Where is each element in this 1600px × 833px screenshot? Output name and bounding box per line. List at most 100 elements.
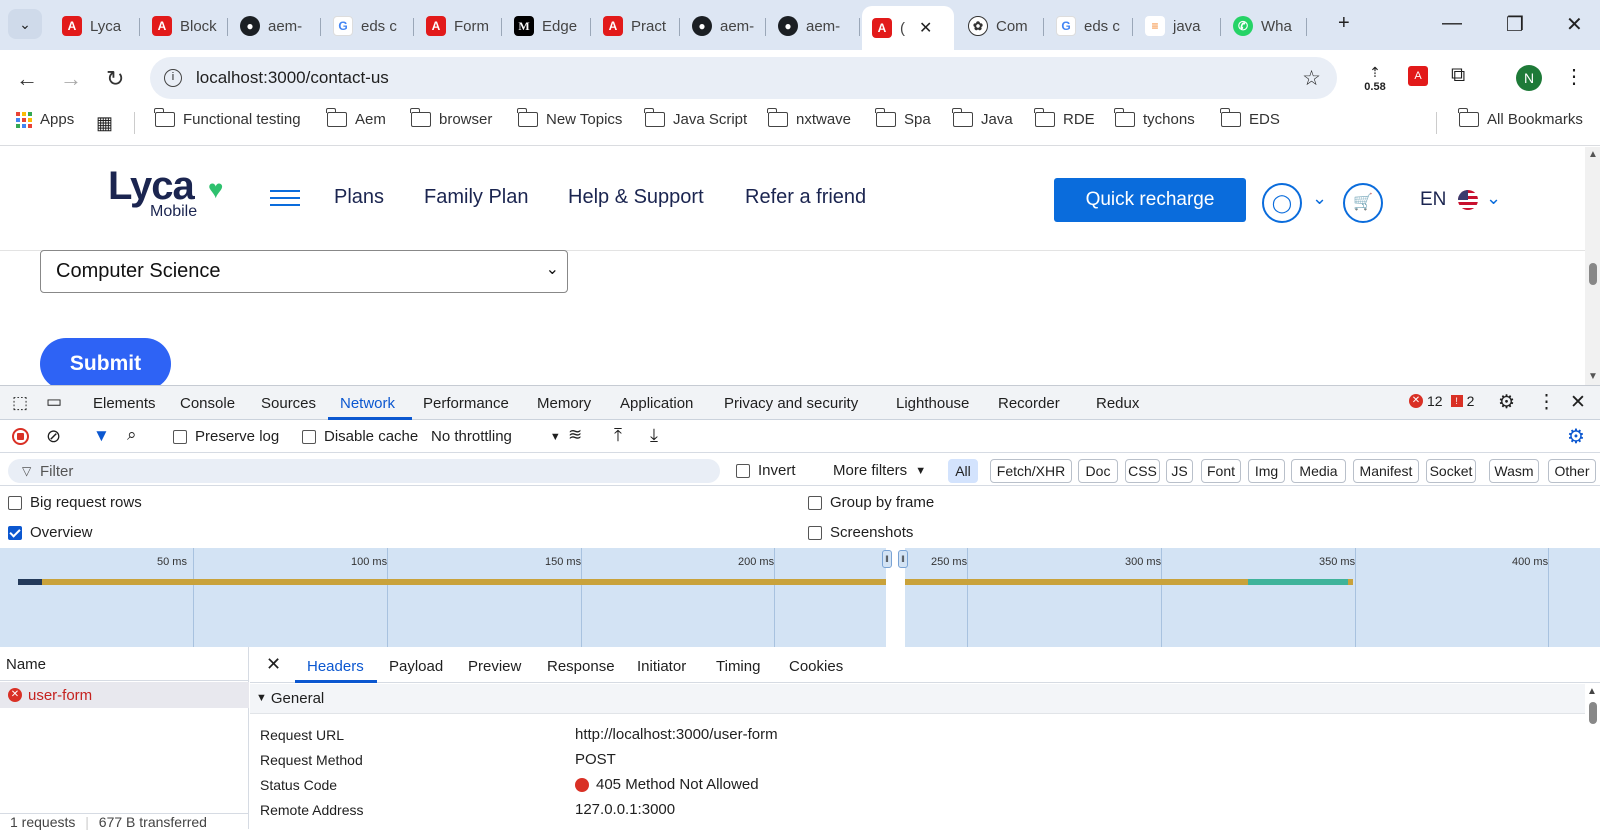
big-request-rows-checkbox[interactable]: Big request rows: [8, 494, 142, 511]
cart-icon[interactable]: 🛒: [1343, 183, 1383, 223]
checkbox[interactable]: [736, 463, 750, 478]
network-settings-icon[interactable]: ⚙: [1567, 424, 1585, 449]
bookmark-star-icon[interactable]: ☆: [1302, 66, 1321, 91]
browser-tab[interactable]: ✿ Com: [958, 8, 1044, 44]
tab-groups-icon[interactable]: ▦: [96, 113, 113, 134]
tab-close-icon[interactable]: ✕: [919, 18, 932, 38]
type-filter-js[interactable]: JS: [1166, 459, 1193, 483]
more-filters-dropdown[interactable]: More filters ▼: [833, 462, 926, 479]
hamburger-menu-icon[interactable]: [270, 190, 300, 208]
bookmark-folder[interactable]: Spa: [875, 108, 931, 128]
device-toolbar-icon[interactable]: ▭: [46, 392, 62, 412]
type-filter-socket[interactable]: Socket: [1426, 459, 1476, 483]
nav-help-support[interactable]: Help & Support: [568, 186, 704, 209]
throttling-select[interactable]: No throttling ▼: [431, 428, 561, 445]
browser-tab[interactable]: Geds c: [1046, 8, 1133, 44]
nav-refer-friend[interactable]: Refer a friend: [745, 186, 866, 209]
overview-right-handle[interactable]: ‖: [898, 550, 908, 568]
type-filter-wasm[interactable]: Wasm: [1489, 459, 1539, 483]
zoom-indicator[interactable]: ⇡ 0.58: [1358, 64, 1392, 93]
detail-tab-initiator[interactable]: Initiator: [637, 658, 686, 675]
page-scrollbar[interactable]: ▲ ▼: [1585, 147, 1600, 385]
invert-checkbox[interactable]: Invert: [736, 462, 796, 479]
browser-tab[interactable]: ● aem-: [682, 8, 766, 44]
detail-tab-preview[interactable]: Preview: [468, 658, 521, 675]
restore-button[interactable]: ❐: [1506, 12, 1524, 37]
devtools-tab-privacy-and-security[interactable]: Privacy and security: [724, 395, 858, 412]
browser-tab[interactable]: A Pract: [593, 8, 680, 44]
site-info-icon[interactable]: i: [164, 69, 182, 87]
devtools-tab-network[interactable]: Network: [340, 395, 395, 412]
request-row[interactable]: ✕ user-form: [0, 682, 249, 708]
devtools-settings-icon[interactable]: ⚙: [1498, 391, 1515, 414]
type-filter-other[interactable]: Other: [1548, 459, 1596, 483]
overview-left-handle[interactable]: ‖: [882, 550, 892, 568]
bookmark-folder[interactable]: Java Script: [644, 108, 747, 128]
devtools-close-icon[interactable]: ✕: [1570, 391, 1586, 414]
group-by-frame-checkbox[interactable]: Group by frame: [808, 494, 934, 511]
bookmark-folder[interactable]: Java: [952, 108, 1013, 128]
overview-checkbox[interactable]: Overview: [8, 524, 93, 541]
type-filter-font[interactable]: Font: [1201, 459, 1241, 483]
chevron-down-icon[interactable]: ⌄: [1312, 188, 1327, 209]
all-bookmarks[interactable]: All Bookmarks: [1458, 108, 1583, 128]
type-filter-fetch-xhr[interactable]: Fetch/XHR: [990, 459, 1072, 483]
checkbox[interactable]: [8, 525, 22, 540]
submit-button[interactable]: Submit: [40, 338, 171, 390]
department-select[interactable]: Computer Science ⌄: [40, 250, 568, 293]
filter-input[interactable]: ▽ Filter: [8, 459, 720, 483]
bookmark-folder[interactable]: New Topics: [517, 108, 622, 128]
nav-plans[interactable]: Plans: [334, 186, 384, 209]
type-filter-all[interactable]: All: [948, 459, 978, 483]
import-har-icon[interactable]: ⤒: [614, 425, 622, 446]
devtools-tab-console[interactable]: Console: [180, 395, 235, 412]
devtools-tab-application[interactable]: Application: [620, 395, 693, 412]
devtools-tab-recorder[interactable]: Recorder: [998, 395, 1060, 412]
checkbox[interactable]: [173, 429, 187, 444]
close-details-icon[interactable]: ✕: [266, 654, 281, 675]
devtools-tab-redux[interactable]: Redux: [1096, 395, 1139, 412]
clear-icon[interactable]: ⊘: [46, 426, 61, 447]
browser-tab[interactable]: ● aem-: [768, 8, 860, 44]
checkbox[interactable]: [8, 495, 22, 510]
window-close-button[interactable]: ✕: [1566, 12, 1583, 37]
detail-tab-timing[interactable]: Timing: [716, 658, 760, 675]
forward-button[interactable]: →: [60, 66, 82, 92]
bookmark-folder[interactable]: browser: [410, 108, 492, 128]
record-stop-icon[interactable]: [12, 428, 29, 445]
back-button[interactable]: ←: [16, 66, 38, 92]
checkbox[interactable]: [808, 525, 822, 540]
extensions-puzzle-icon[interactable]: ⧉: [1451, 64, 1465, 87]
name-column-header[interactable]: Name: [0, 647, 249, 681]
type-filter-css[interactable]: CSS: [1125, 459, 1160, 483]
checkbox[interactable]: [302, 429, 316, 444]
bookmark-folder[interactable]: Functional testing: [154, 108, 301, 128]
browser-tab[interactable]: ≡ java: [1135, 8, 1221, 44]
devtools-tab-memory[interactable]: Memory: [537, 395, 591, 412]
lyca-logo[interactable]: Lyca ♥ Mobile: [108, 164, 238, 224]
language-label[interactable]: EN: [1420, 189, 1446, 211]
quick-recharge-button[interactable]: Quick recharge: [1054, 178, 1246, 222]
checkbox[interactable]: [808, 495, 822, 510]
bookmark-folder[interactable]: nxtwave: [767, 108, 851, 128]
bookmark-folder[interactable]: RDE: [1034, 108, 1095, 128]
detail-tab-response[interactable]: Response: [547, 658, 615, 675]
nav-family-plan[interactable]: Family Plan: [424, 186, 528, 209]
address-bar[interactable]: i localhost:3000/contact-us ☆: [150, 57, 1337, 99]
extension-adobe-icon[interactable]: A: [1408, 66, 1428, 86]
browser-tab[interactable]: ✆ Wha: [1223, 8, 1307, 44]
inspect-element-icon[interactable]: ⬚: [12, 393, 28, 413]
export-har-icon[interactable]: ⤓: [650, 425, 658, 446]
devtools-menu-icon[interactable]: ⋮: [1537, 391, 1556, 414]
search-icon[interactable]: ⌕: [127, 425, 137, 445]
browser-tab[interactable]: A Block: [142, 8, 228, 44]
browser-tab[interactable]: A (✕: [862, 6, 954, 50]
new-tab-button[interactable]: +: [1338, 12, 1350, 35]
bookmark-folder[interactable]: EDS: [1220, 108, 1280, 128]
browser-tab[interactable]: M Edge: [504, 8, 591, 44]
type-filter-img[interactable]: Img: [1248, 459, 1285, 483]
preserve-log-checkbox[interactable]: Preserve log: [173, 428, 279, 445]
browser-tab[interactable]: A Form: [416, 8, 502, 44]
network-overview-timeline[interactable]: [0, 548, 1600, 647]
devtools-tab-lighthouse[interactable]: Lighthouse: [896, 395, 969, 412]
